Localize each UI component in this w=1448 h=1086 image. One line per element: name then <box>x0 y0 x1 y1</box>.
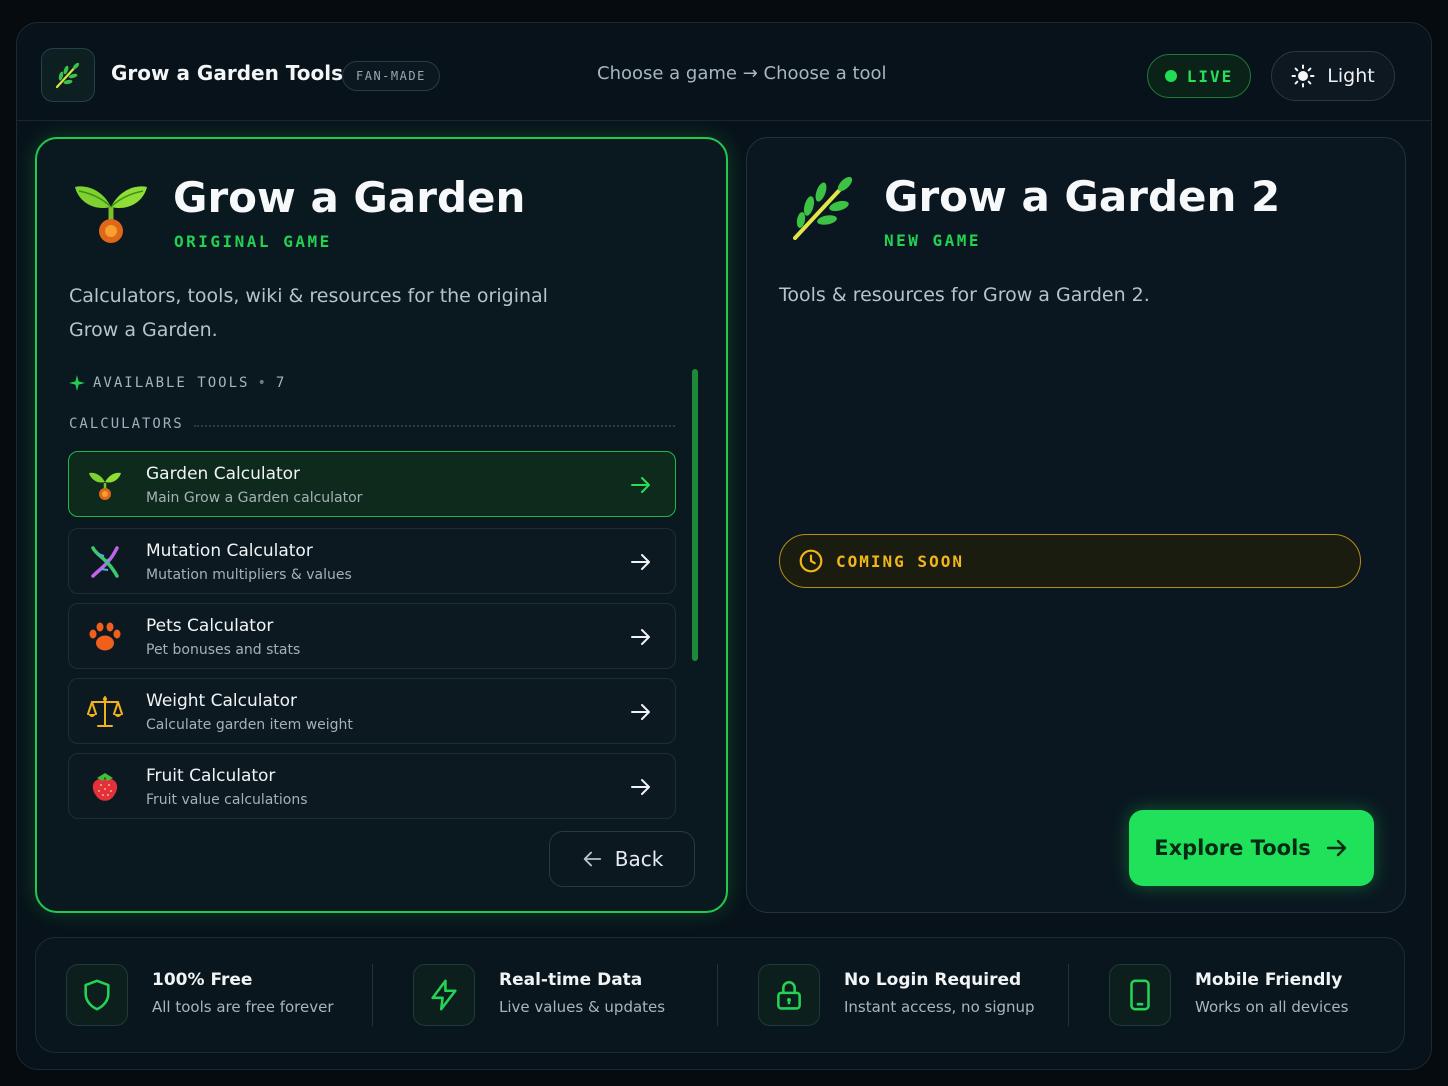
brand-title: Grow a Garden Tools <box>111 61 344 85</box>
available-tools-text: AVAILABLE TOOLS <box>93 375 250 391</box>
feature-title: Real-time Data <box>499 970 643 990</box>
live-dot-icon <box>1164 70 1177 82</box>
back-button[interactable]: Back <box>549 831 695 887</box>
explore-tools-button[interactable]: Explore Tools <box>1129 810 1374 886</box>
arrow-left-icon <box>583 851 601 867</box>
shield-icon <box>66 964 128 1026</box>
feature-description: All tools are free forever <box>152 998 334 1016</box>
tool-item-pets-calculator[interactable]: Pets Calculator Pet bonuses and stats <box>68 603 676 669</box>
feature-realtime: Real-time Data Live values & updates <box>413 962 713 1028</box>
seedling-icon <box>71 173 151 249</box>
feature-title: Mobile Friendly <box>1195 970 1343 990</box>
game-title: Grow a Garden 2 <box>884 172 1281 221</box>
tool-item-fruit-calculator[interactable]: Fruit Calculator Fruit value calculation… <box>68 753 676 819</box>
feature-description: Instant access, no signup <box>844 998 1035 1016</box>
theme-toggle-label: Light <box>1327 65 1375 87</box>
game-tag: NEW GAME <box>884 231 982 250</box>
game-card-original[interactable]: Grow a Garden ORIGINAL GAME Calculators,… <box>35 137 728 913</box>
explore-tools-label: Explore Tools <box>1154 836 1311 860</box>
tool-name: Mutation Calculator <box>146 541 313 561</box>
scale-icon <box>87 694 123 730</box>
available-tools-label: AVAILABLE TOOLS • 7 <box>69 375 286 391</box>
tool-description: Pet bonuses and stats <box>146 642 301 658</box>
feature-divider <box>1068 964 1069 1026</box>
tool-item-garden-calculator[interactable]: Garden Calculator Main Grow a Garden cal… <box>68 451 676 517</box>
herb-logo-icon <box>55 62 80 89</box>
arrow-right-icon <box>631 779 650 795</box>
tool-description: Calculate garden item weight <box>146 717 353 733</box>
sun-icon <box>1291 64 1315 88</box>
arrow-right-icon <box>631 554 650 570</box>
game-card-sequel[interactable]: Grow a Garden 2 NEW GAME Tools & resourc… <box>746 137 1406 913</box>
dna-icon <box>87 544 123 580</box>
feature-title: 100% Free <box>152 970 253 990</box>
feature-description: Works on all devices <box>1195 998 1349 1016</box>
coming-soon-label: COMING SOON <box>836 551 964 571</box>
section-label-calculators: CALCULATORS <box>69 416 675 432</box>
tool-list-scrollbar[interactable] <box>692 369 698 661</box>
seedling-icon <box>87 467 123 503</box>
tool-item-mutation-calculator[interactable]: Mutation Calculator Mutation multipliers… <box>68 528 676 594</box>
herb-icon <box>787 172 859 248</box>
lightning-icon <box>413 964 475 1026</box>
tool-description: Main Grow a Garden calculator <box>146 490 363 506</box>
game-title: Grow a Garden <box>173 173 526 222</box>
tool-name: Weight Calculator <box>146 691 297 711</box>
phone-icon <box>1109 964 1171 1026</box>
game-tag: ORIGINAL GAME <box>174 232 332 251</box>
feature-description: Live values & updates <box>499 998 666 1016</box>
back-button-label: Back <box>614 847 664 871</box>
logo[interactable] <box>41 48 95 102</box>
game-description: Tools & resources for Grow a Garden 2. <box>779 284 1150 306</box>
live-label: LIVE <box>1186 66 1234 86</box>
clock-icon <box>799 549 823 573</box>
available-tools-separator: • <box>257 375 268 391</box>
feature-no-login: No Login Required Instant access, no sig… <box>758 962 1058 1028</box>
feature-title: No Login Required <box>844 970 1022 990</box>
arrow-right-icon <box>631 704 650 720</box>
live-status-badge: LIVE <box>1147 54 1251 98</box>
coming-soon-badge: COMING SOON <box>779 534 1361 588</box>
feature-mobile: Mobile Friendly Works on all devices <box>1109 962 1389 1028</box>
top-bar: Grow a Garden Tools FAN-MADE Choose a ga… <box>17 23 1431 121</box>
arrow-right-icon <box>631 629 650 645</box>
strawberry-icon <box>87 769 123 805</box>
section-label-text: CALCULATORS <box>69 416 184 432</box>
tool-name: Pets Calculator <box>146 616 274 636</box>
paw-icon <box>87 619 123 655</box>
game-description: Calculators, tools, wiki & resources for… <box>69 285 548 341</box>
feature-divider <box>717 964 718 1026</box>
arrow-right-icon <box>1326 839 1346 857</box>
app-frame: Grow a Garden Tools FAN-MADE Choose a ga… <box>16 22 1432 1070</box>
tool-item-weight-calculator[interactable]: Weight Calculator Calculate garden item … <box>68 678 676 744</box>
features-bar: 100% Free All tools are free forever Rea… <box>35 937 1405 1053</box>
feature-divider <box>372 964 373 1026</box>
tool-description: Fruit value calculations <box>146 792 308 808</box>
tool-description: Mutation multipliers & values <box>146 567 352 583</box>
feature-free: 100% Free All tools are free forever <box>66 962 366 1028</box>
available-tools-count: 7 <box>275 375 287 391</box>
tool-name: Garden Calculator <box>146 464 301 484</box>
tool-name: Fruit Calculator <box>146 766 276 786</box>
lock-icon <box>758 964 820 1026</box>
arrow-right-icon <box>631 477 650 493</box>
sparkle-icon <box>69 375 85 391</box>
section-divider <box>193 425 675 427</box>
theme-toggle-button[interactable]: Light <box>1271 51 1395 101</box>
fan-made-badge: FAN-MADE <box>342 61 440 91</box>
navigation-hint: Choose a game → Choose a tool <box>597 63 887 84</box>
